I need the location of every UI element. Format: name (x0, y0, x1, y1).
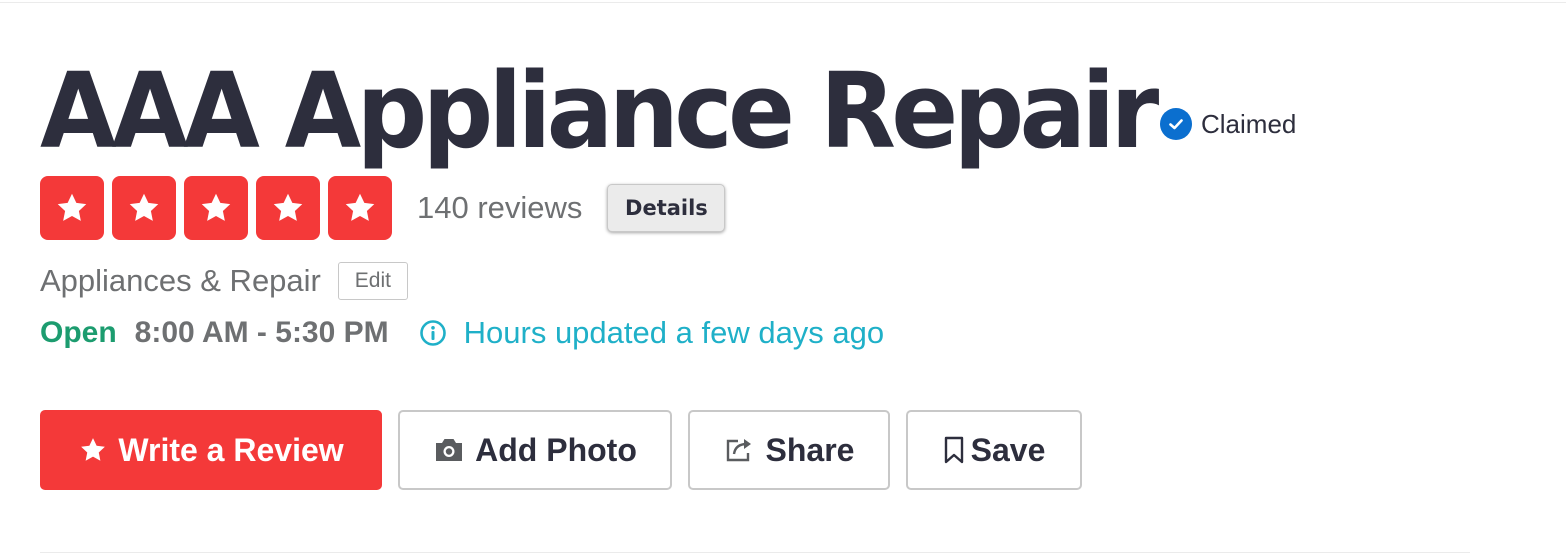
camera-icon (433, 436, 465, 464)
check-circle-icon (1160, 108, 1192, 140)
star-icon (112, 176, 176, 240)
category-row: Appliances & Repair Edit (40, 262, 408, 300)
details-button[interactable]: Details (607, 184, 726, 232)
category-link[interactable]: Appliances & Repair (40, 263, 321, 299)
hours-row: Open 8:00 AM - 5:30 PM Hours updated a f… (40, 314, 884, 352)
add-photo-label: Add Photo (475, 431, 637, 468)
star-icon (256, 176, 320, 240)
claimed-badge[interactable]: Claimed (1160, 108, 1296, 140)
save-label: Save (970, 431, 1046, 468)
star-icon (78, 435, 108, 465)
add-photo-button[interactable]: Add Photo (398, 410, 672, 490)
edit-category-button[interactable]: Edit (337, 262, 408, 300)
rating-row: 140 reviews Details (40, 176, 726, 240)
write-review-button[interactable]: Write a Review (40, 410, 382, 490)
claimed-label: Claimed (1201, 108, 1297, 139)
info-icon[interactable] (419, 319, 447, 347)
write-review-label: Write a Review (118, 431, 344, 468)
open-status: Open (40, 316, 117, 349)
bookmark-icon (943, 435, 965, 465)
review-count-link[interactable]: 140 reviews (417, 190, 582, 226)
star-icon (184, 176, 248, 240)
star-icon (40, 176, 104, 240)
share-label: Share (765, 431, 855, 468)
share-button[interactable]: Share (688, 410, 890, 490)
bottom-divider (40, 552, 1470, 553)
business-name: AAA Appliance Repair (40, 50, 1159, 172)
business-header: AAA Appliance Repair (40, 55, 1213, 167)
share-icon (724, 436, 756, 464)
top-divider (0, 2, 1566, 3)
star-rating (40, 176, 400, 240)
hours-updated-link[interactable]: Hours updated a few days ago (464, 315, 885, 351)
star-icon (328, 176, 392, 240)
save-button[interactable]: Save (906, 410, 1082, 490)
hours-range[interactable]: 8:00 AM - 5:30 PM (135, 316, 389, 350)
action-buttons: Write a Review Add Photo Share Save (40, 410, 1082, 490)
